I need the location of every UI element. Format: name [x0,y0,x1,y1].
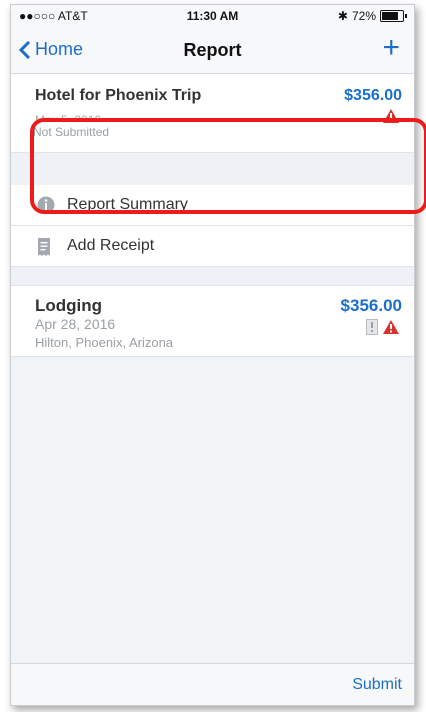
expense-name: Lodging [35,296,103,315]
nav-bar: Home Report + [11,27,414,74]
battery-icon [380,10,407,22]
bluetooth-icon: ✱ [337,9,348,23]
status-right: ✱ 72% [337,9,407,23]
highlight-annotation [30,118,426,214]
expense-amount: $356.00 [340,296,402,315]
expense-icons [366,319,400,335]
expense-date: Apr 28, 2016 [35,316,116,332]
expense-item[interactable]: Lodging $356.00 Apr 28, 2016 Hilton, Pho… [11,285,414,357]
warning-icon [383,320,399,334]
back-label: Home [35,39,84,59]
bottom-toolbar: Submit [11,663,414,705]
menu-add-receipt[interactable]: Add Receipt [11,226,414,267]
report-name: Hotel for Phoenix Trip [35,87,202,104]
back-button[interactable]: Home [19,39,83,60]
receipt-icon [38,238,50,256]
phone-screen: ●●○○○ AT&T 11:30 AM ✱ 72% Home Report + … [10,4,415,706]
chevron-left-icon [19,40,31,59]
section-gap [11,267,414,285]
expense-location: Hilton, Phoenix, Arizona [35,335,174,350]
battery-percent: 72% [351,9,376,23]
menu-label: Add Receipt [67,237,155,254]
missing-receipt-icon [366,319,378,335]
report-amount: $356.00 [344,87,402,104]
add-button[interactable]: + [382,33,400,63]
status-bar: ●●○○○ AT&T 11:30 AM ✱ 72% [11,5,414,27]
submit-button[interactable]: Submit [352,676,402,694]
